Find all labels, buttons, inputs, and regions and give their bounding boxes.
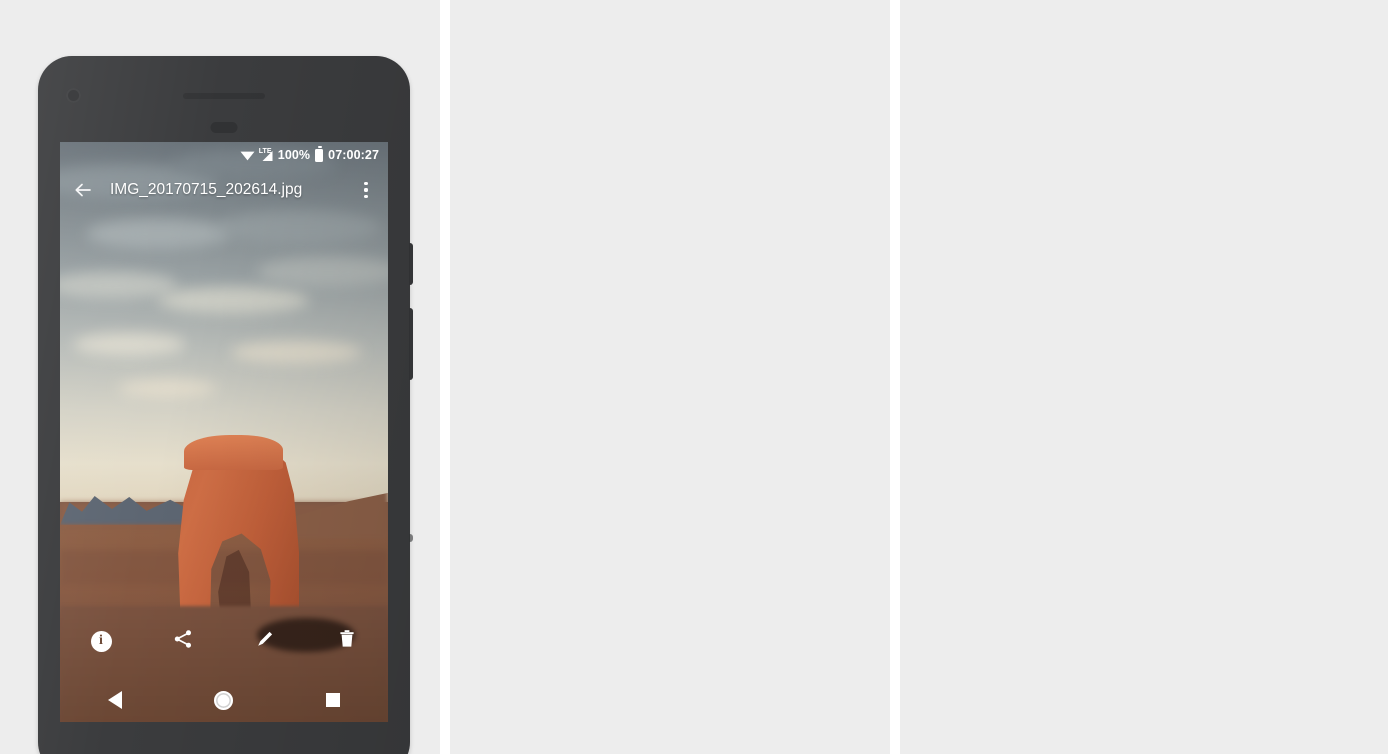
info-icon: i (90, 630, 112, 652)
pencil-icon (254, 628, 276, 655)
viewer-action-row: i (60, 618, 388, 664)
wifi-icon (240, 149, 255, 161)
system-nav-bar-1 (60, 678, 388, 722)
delicate-arch-formation (162, 434, 300, 637)
side-accent (409, 534, 413, 542)
signal-bars-icon: LTE (259, 148, 273, 161)
panel-album-grid-3: 100% 07:00:27 Camera Roll (900, 0, 1388, 754)
earpiece-speaker (183, 93, 265, 99)
share-icon (172, 628, 194, 655)
proximity-sensor (210, 122, 238, 133)
delete-button[interactable] (306, 628, 388, 655)
info-button[interactable]: i (60, 630, 142, 652)
screenshot-stage: LTE 100% 07:00:27 IMG_20170715_202614.jp… (0, 0, 1388, 754)
phone-screen-1: LTE 100% 07:00:27 IMG_20170715_202614.jp… (60, 142, 388, 722)
battery-full-icon (315, 146, 324, 162)
nav-home-button[interactable] (169, 690, 278, 710)
nav-home-circle-icon (214, 690, 234, 710)
panel-photo-viewer: LTE 100% 07:00:27 IMG_20170715_202614.jp… (0, 0, 440, 754)
power-button[interactable] (409, 308, 413, 380)
nav-recents-square-icon (326, 693, 341, 707)
volume-button[interactable] (409, 243, 413, 285)
battery-percent-label: 100% (277, 148, 311, 162)
panel-album-grid-2: 100% 07:00:27 Camera Roll (450, 0, 890, 754)
nav-back-button[interactable] (60, 691, 169, 709)
back-arrow-icon[interactable] (72, 179, 94, 201)
phone-mockup-1: LTE 100% 07:00:27 IMG_20170715_202614.jp… (38, 56, 413, 754)
trash-icon (336, 628, 358, 655)
photo-filename-title: IMG_20170715_202614.jpg (110, 181, 303, 198)
more-vert-icon[interactable] (356, 179, 376, 201)
nav-back-triangle-icon (107, 691, 122, 709)
share-button[interactable] (142, 628, 224, 655)
clock-label: 07:00:27 (328, 148, 379, 162)
photo-viewer: LTE 100% 07:00:27 IMG_20170715_202614.jp… (60, 142, 388, 722)
status-bar-1: LTE 100% 07:00:27 (60, 142, 388, 168)
viewer-app-bar: IMG_20170715_202614.jpg (60, 168, 388, 212)
front-camera-icon (66, 88, 81, 103)
nav-recents-button[interactable] (279, 693, 388, 707)
edit-button[interactable] (224, 628, 306, 655)
